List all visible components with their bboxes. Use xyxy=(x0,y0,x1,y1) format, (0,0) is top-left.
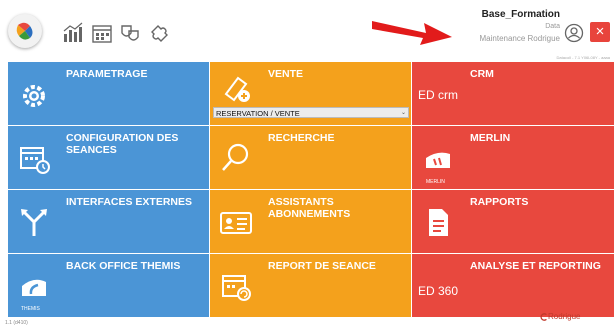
divider xyxy=(411,62,412,317)
tile-vente[interactable]: VENTE RESERVATION / VENTE ⌄ xyxy=(210,62,412,125)
tile-recherche[interactable]: RECHERCHE xyxy=(210,126,412,189)
tile-assistants-abonnements[interactable]: ASSISTANTS ABONNEMENTS xyxy=(210,190,412,253)
ed-360-icon: ED 360 xyxy=(418,284,459,298)
tile-analyse-et-reporting[interactable]: ANALYSE ET REPORTING ED 360 xyxy=(412,254,614,317)
merlin-caption: MERLIN xyxy=(426,179,445,185)
tile-crm[interactable]: CRM ED crm xyxy=(412,62,614,125)
data-label: Data xyxy=(545,23,560,30)
database-name: Base_Formation xyxy=(481,9,560,20)
search-icon xyxy=(222,143,249,171)
tile-interfaces-externes[interactable]: INTERFACES EXTERNES xyxy=(8,190,210,253)
user-icon[interactable] xyxy=(564,23,584,43)
tile-configuration-seances[interactable]: CONFIGURATION DES SEANCES xyxy=(8,126,210,189)
tile-report-de-seance[interactable]: REPORT DE SEANCE xyxy=(210,254,412,317)
ed-crm-icon: ED crm xyxy=(418,88,458,102)
tile-merlin[interactable]: MERLIN MERLIN xyxy=(412,126,614,189)
tile-grid: PARAMETRAGE VENTE RESERVATION / VENTE ⌄ C… xyxy=(8,62,614,317)
tile-label: VENTE xyxy=(268,68,304,80)
tile-label: BACK OFFICE THEMIS xyxy=(66,260,181,272)
chevron-down-icon: ⌄ xyxy=(400,110,406,116)
themis-icon xyxy=(22,279,46,296)
red-arrow-annotation xyxy=(372,21,452,45)
tile-label: INTERFACES EXTERNES xyxy=(66,196,193,208)
ticket-icon xyxy=(224,76,250,102)
tile-label: ANALYSE ET REPORTING xyxy=(470,260,601,272)
brand-name: Rodrigue xyxy=(548,312,581,321)
document-icon xyxy=(429,209,448,236)
rodrigue-logo-icon xyxy=(540,313,547,321)
tile-label: REPORT DE SEANCE xyxy=(268,260,376,272)
top-bar: Base_Formation Data Maintenance Rodrigue… xyxy=(0,0,614,62)
themis-caption: THEMIS xyxy=(21,306,40,312)
vente-select[interactable]: RESERVATION / VENTE ⌄ xyxy=(213,107,409,118)
puzzle-icon[interactable] xyxy=(148,22,170,44)
tile-label: RECHERCHE xyxy=(268,132,335,144)
gear-icon xyxy=(23,85,45,107)
app-logo[interactable] xyxy=(8,14,42,48)
calendar-refresh-icon xyxy=(222,275,251,301)
tile-label: RAPPORTS xyxy=(470,196,529,208)
tile-label: ASSISTANTS ABONNEMENTS xyxy=(268,196,351,220)
tile-label: MERLIN xyxy=(470,132,511,144)
divider xyxy=(209,62,210,317)
tile-parametrage[interactable]: PARAMETRAGE xyxy=(8,62,210,125)
tile-back-office-themis[interactable]: BACK OFFICE THEMIS THEMIS xyxy=(8,254,210,317)
calendar-clock-icon xyxy=(20,147,50,174)
user-name: Maintenance Rodrigue xyxy=(479,34,561,43)
tile-label: CONFIGURATION DES SEANCES xyxy=(66,132,179,156)
merlin-icon xyxy=(426,152,450,168)
theater-icon[interactable] xyxy=(119,22,141,44)
version-label: 1.1 (d410) xyxy=(5,320,28,326)
close-button[interactable]: × xyxy=(590,22,610,42)
split-arrow-icon xyxy=(21,209,47,236)
stats-icon[interactable] xyxy=(62,22,84,44)
tile-label: PARAMETRAGE xyxy=(66,68,148,80)
tile-rapports[interactable]: RAPPORTS xyxy=(412,190,614,253)
status-note: Datacoll - 7.1 Y06L08Y - aaaa xyxy=(556,55,610,60)
id-card-icon xyxy=(220,212,252,234)
calendar-icon[interactable] xyxy=(91,22,113,44)
tile-label: CRM xyxy=(470,68,494,80)
vente-select-value: RESERVATION / VENTE xyxy=(216,109,300,118)
